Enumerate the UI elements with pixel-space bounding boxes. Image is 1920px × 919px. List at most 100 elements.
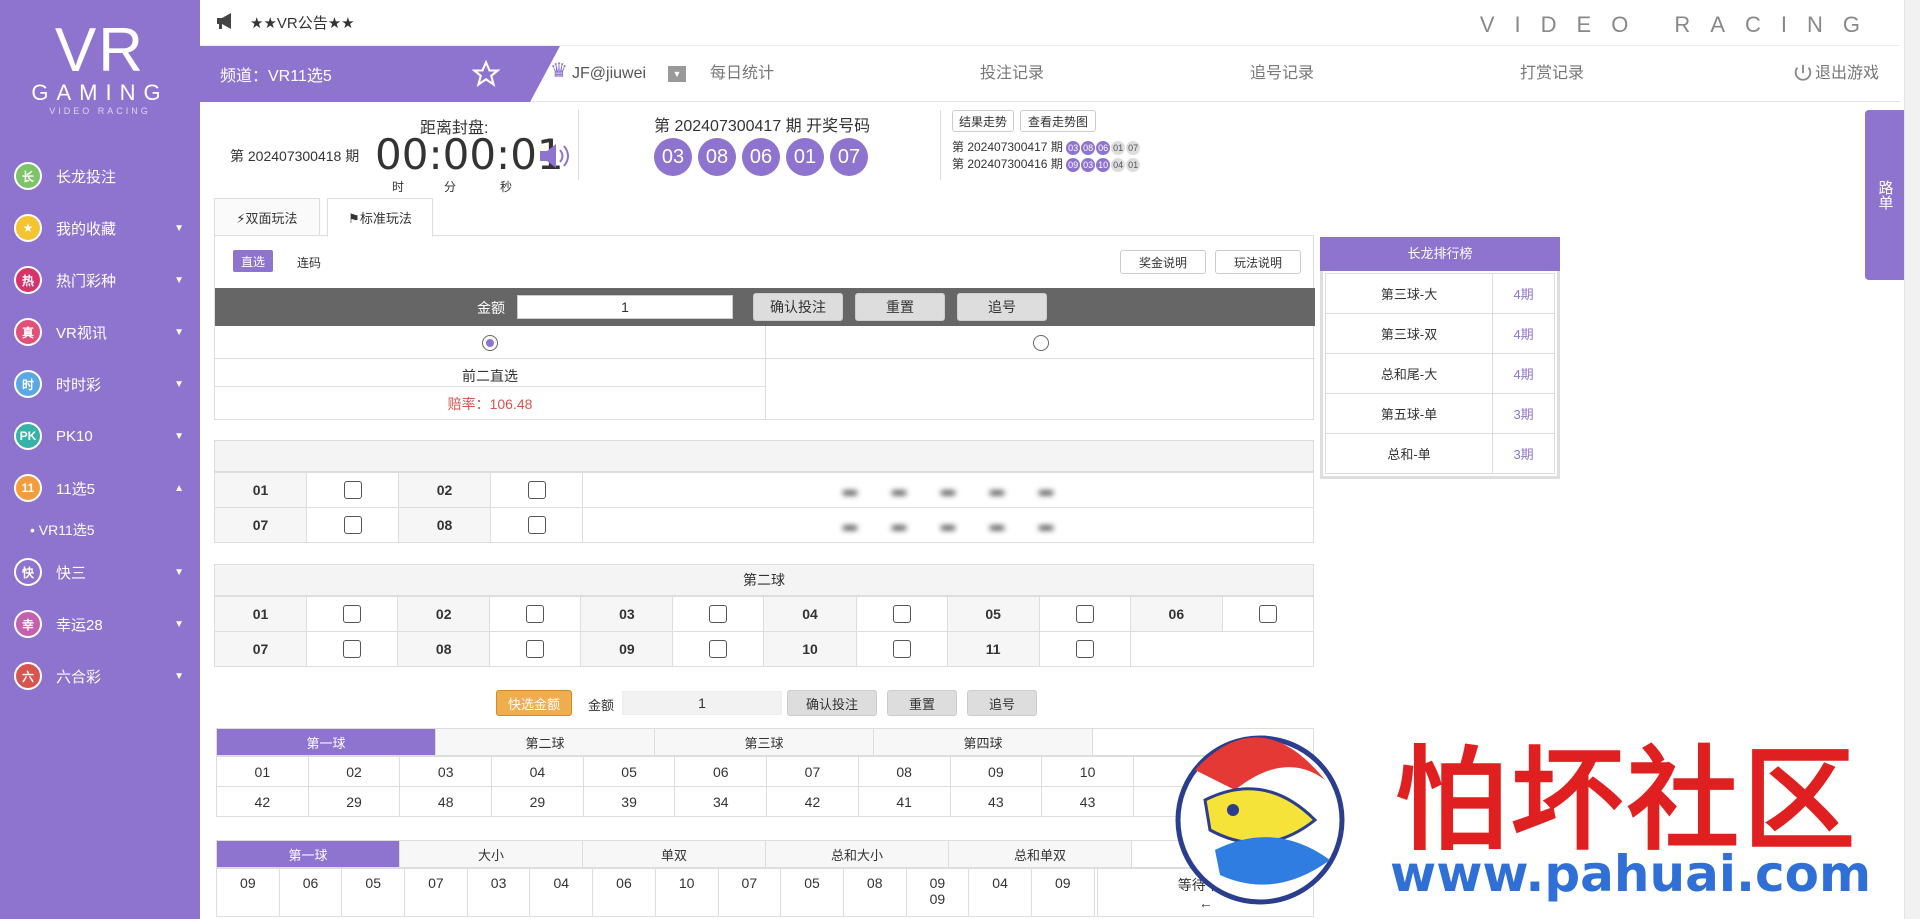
sidebar-item-2[interactable]: 热热门彩种 ▼ [0,254,200,306]
mode-direct[interactable]: 直选 [233,250,273,272]
rank-name: 第五球-单 [1324,393,1494,434]
road-tab-2[interactable]: 单双 [583,841,766,867]
link-bet-records[interactable]: 投注记录 [980,46,1044,102]
stats-tab-1[interactable]: 第二球 [436,729,655,755]
nav-icon: 幸 [14,610,42,638]
sidebar-item-0[interactable]: 长长龙投注 [0,150,200,202]
chase-button-2[interactable]: 追号 [967,690,1037,716]
amount-label-2: 金额 [588,698,615,713]
sidebar-item-6[interactable]: 11 11选5 ▲ [0,462,200,514]
history-ball: 01 [1126,158,1141,172]
logout-link[interactable]: 退出游戏 [1815,46,1879,102]
checkbox-08[interactable] [527,516,546,535]
amount-input-2[interactable]: 1 [622,691,782,715]
chase-button[interactable]: 追号 [957,293,1047,321]
logo-sub: GAMING [31,80,169,105]
road-cell: 06 [278,868,343,917]
stats-cell: 42 [766,786,859,817]
username: JF@jiuwei [572,65,647,82]
ball-num: 05 [946,596,1040,632]
power-icon[interactable] [1792,63,1814,88]
checkbox-03[interactable] [709,605,728,624]
draw-ball: 07 [830,138,868,176]
announcement-text[interactable]: ★★VR公告★★ [250,12,355,33]
dropdown-icon[interactable]: ▼ [668,66,686,82]
prize-help-button[interactable]: 奖金说明 [1120,250,1206,274]
stats-tab-3[interactable]: 第四球 [874,729,1093,755]
checkbox-02[interactable] [527,481,546,500]
road-tab-1[interactable]: 大小 [400,841,583,867]
ball-num: 03 [580,596,674,632]
scrollbar[interactable] [1904,0,1920,919]
sidebar-item-7[interactable]: 快快三 ▼ [0,546,200,598]
trend-button[interactable]: 结果走势 [952,110,1014,132]
sidebar-item-5[interactable]: PK PK10 ▼ [0,410,200,462]
road-tab-0[interactable]: 第一球 [217,841,400,867]
sidebar-item-9[interactable]: 六六合彩 ▼ [0,650,200,702]
nav-icon: PK [14,422,42,450]
play-tabs: ⚡双面玩法 ⚑标准玩法 [214,198,1314,237]
checkbox-05[interactable] [1075,605,1094,624]
confirm-bet-button-2[interactable]: 确认投注 [787,690,877,716]
checkbox-06[interactable] [1258,605,1277,624]
checkbox-09[interactable] [709,640,728,659]
link-tip-records[interactable]: 打赏记录 [1520,46,1584,102]
rules-help-button[interactable]: 玩法说明 [1215,250,1301,274]
chevron-icon: ▼ [174,274,184,286]
radio-other[interactable] [1033,335,1049,351]
draw-ball: 03 [654,138,692,176]
stats-cell: 03 [399,756,493,787]
ball-num: 08 [397,631,491,667]
star-icon[interactable] [471,59,501,93]
bet-bar: 金额 1 确认投注 重置 追号 [215,288,1315,326]
option-name: 前二直选 [462,368,518,384]
quick-amount-button[interactable]: 快选金额 [496,690,572,716]
checkbox-02[interactable] [526,605,545,624]
blurred-cells: ▬ ▬ ▬ ▬ ▬ [582,507,1314,543]
checkbox-07[interactable] [343,640,362,659]
road-tab-3[interactable]: 总和大小 [766,841,949,867]
checkbox-07[interactable] [343,516,362,535]
road-cell: 03 [466,868,531,917]
blurred-cells: ▬ ▬ ▬ ▬ ▬ [582,472,1314,508]
stats-tab-0[interactable]: 第一球 [217,729,436,755]
speaker-icon[interactable] [538,142,570,173]
tab-double-side[interactable]: ⚡双面玩法 [214,198,320,236]
amount-input[interactable]: 1 [517,295,733,319]
sidebar-sub-vr11x5[interactable]: • VR11选5 [0,514,200,546]
confirm-bet-button[interactable]: 确认投注 [753,293,843,321]
sidebar-item-8[interactable]: 幸幸运28 ▼ [0,598,200,650]
stats-cell: 04 [491,756,584,787]
stats-cell: 43 [1041,786,1134,817]
ball-num: 10 [763,631,857,667]
checkbox-01[interactable] [343,481,362,500]
chart-button[interactable]: 查看走势图 [1020,110,1096,132]
link-daily-stats[interactable]: 每日统计 [710,46,774,102]
rank-title: 长龙排行榜 [1320,237,1560,271]
nav-icon: 长 [14,162,42,190]
stats-tab-2[interactable]: 第三球 [655,729,874,755]
bet-panel: 直选 连码 奖金说明 玩法说明 金额 1 确认投注 重置 追号 前二直选 赔率：… [214,236,1315,420]
mode-combo[interactable]: 连码 [297,254,321,271]
road-tab-4[interactable]: 总和单双 [949,841,1132,867]
logo-main: VR [54,16,146,85]
checkbox-10[interactable] [892,640,911,659]
nav-icon: 时 [14,370,42,398]
reset-button[interactable]: 重置 [855,293,945,321]
radio-front2[interactable] [482,335,498,351]
reset-button-2[interactable]: 重置 [887,690,957,716]
checkbox-08[interactable] [526,640,545,659]
checkbox-04[interactable] [892,605,911,624]
rank-value: 4期 [1492,353,1555,394]
stats-cell: 29 [491,786,584,817]
checkbox-11[interactable] [1075,640,1094,659]
sidebar-item-3[interactable]: 真 VR视讯 ▼ [0,306,200,358]
road-side-tab[interactable]: 路单 [1865,110,1905,280]
tab-standard[interactable]: ⚑标准玩法 [327,198,433,237]
sidebar-item-4[interactable]: 时时时彩 ▼ [0,358,200,410]
stats-cell: 39 [582,786,676,817]
sidebar-item-1[interactable]: ★ 我的收藏 ▼ [0,202,200,254]
checkbox-01[interactable] [343,605,362,624]
road-cell: 07 [717,868,782,917]
link-chase-records[interactable]: 追号记录 [1250,46,1314,102]
